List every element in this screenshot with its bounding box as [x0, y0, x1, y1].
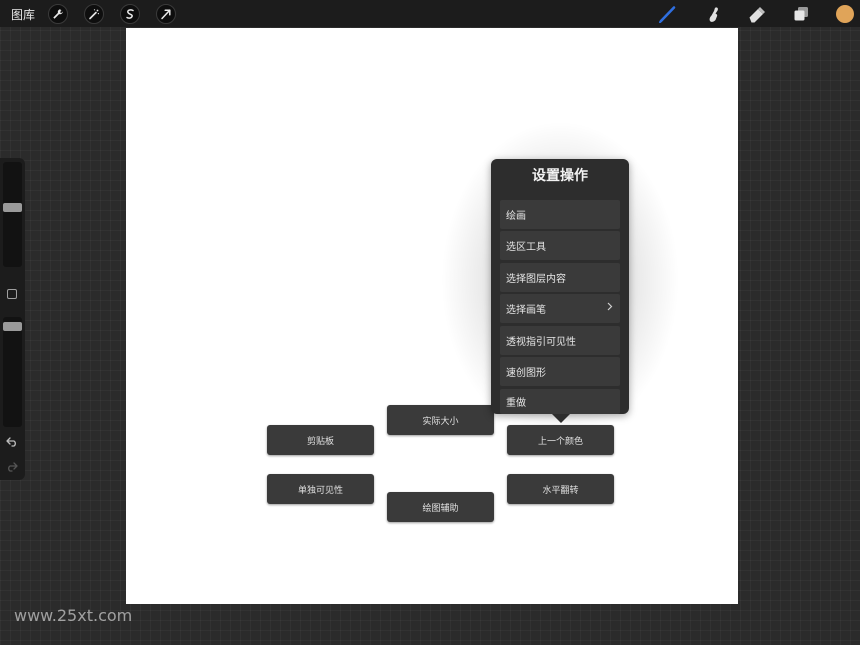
- eraser-icon[interactable]: [746, 4, 768, 24]
- modify-button[interactable]: [7, 289, 17, 299]
- brush-icon[interactable]: [657, 4, 679, 24]
- menu-item-quickshape[interactable]: 速创图形: [500, 357, 620, 386]
- menu-item-label: 速创图形: [506, 368, 546, 379]
- menu-item-label: 选区工具: [506, 242, 546, 253]
- wrench-icon[interactable]: [48, 4, 68, 24]
- menu-title: 设置操作: [532, 168, 588, 184]
- menu-item-selection-tool[interactable]: 选区工具: [500, 231, 620, 260]
- redo-icon[interactable]: [6, 462, 18, 475]
- smudge-icon[interactable]: [702, 4, 724, 24]
- menu-pointer-arrow: [552, 414, 570, 423]
- sidebar: [0, 158, 25, 480]
- previous-color-button[interactable]: 上一个颜色: [507, 425, 614, 455]
- opacity-thumb[interactable]: [3, 322, 22, 331]
- layers-icon[interactable]: [790, 4, 812, 24]
- watermark: www.25xt.com: [14, 606, 133, 625]
- gesture-action-menu: 设置操作 绘画 选区工具 选择图层内容 选择画笔 透视指引可见性 速创图形 重做: [491, 159, 629, 414]
- undo-icon[interactable]: [6, 437, 18, 450]
- menu-item-label: 选择画笔: [506, 305, 546, 316]
- chevron-right-icon: [607, 302, 613, 314]
- menu-item-perspective-guide[interactable]: 透视指引可见性: [500, 326, 620, 355]
- menu-item-redo[interactable]: 重做: [500, 389, 620, 414]
- gallery-button[interactable]: 图库: [11, 6, 35, 23]
- menu-item-label: 绘画: [506, 211, 526, 222]
- top-toolbar: 图库: [0, 0, 860, 27]
- transform-arrow-icon[interactable]: [156, 4, 176, 24]
- menu-item-label: 重做: [506, 398, 526, 409]
- menu-item-label: 透视指引可见性: [506, 337, 576, 348]
- menu-item-select-brush[interactable]: 选择画笔: [500, 294, 620, 323]
- actual-size-button[interactable]: 实际大小: [387, 405, 494, 435]
- clipboard-button[interactable]: 剪贴板: [267, 425, 374, 455]
- menu-item-label: 选择图层内容: [506, 274, 566, 285]
- flip-horizontal-button[interactable]: 水平翻转: [507, 474, 614, 504]
- magic-wand-icon[interactable]: [84, 4, 104, 24]
- color-picker-button[interactable]: [836, 5, 854, 23]
- menu-item-paint[interactable]: 绘画: [500, 200, 620, 229]
- menu-item-select-layer-content[interactable]: 选择图层内容: [500, 263, 620, 292]
- solo-visibility-button[interactable]: 单独可见性: [267, 474, 374, 504]
- selection-icon[interactable]: [120, 4, 140, 24]
- brush-size-thumb[interactable]: [3, 203, 22, 212]
- brush-size-slider[interactable]: [3, 162, 22, 267]
- opacity-slider[interactable]: [3, 317, 22, 427]
- drawing-assist-button[interactable]: 绘图辅助: [387, 492, 494, 522]
